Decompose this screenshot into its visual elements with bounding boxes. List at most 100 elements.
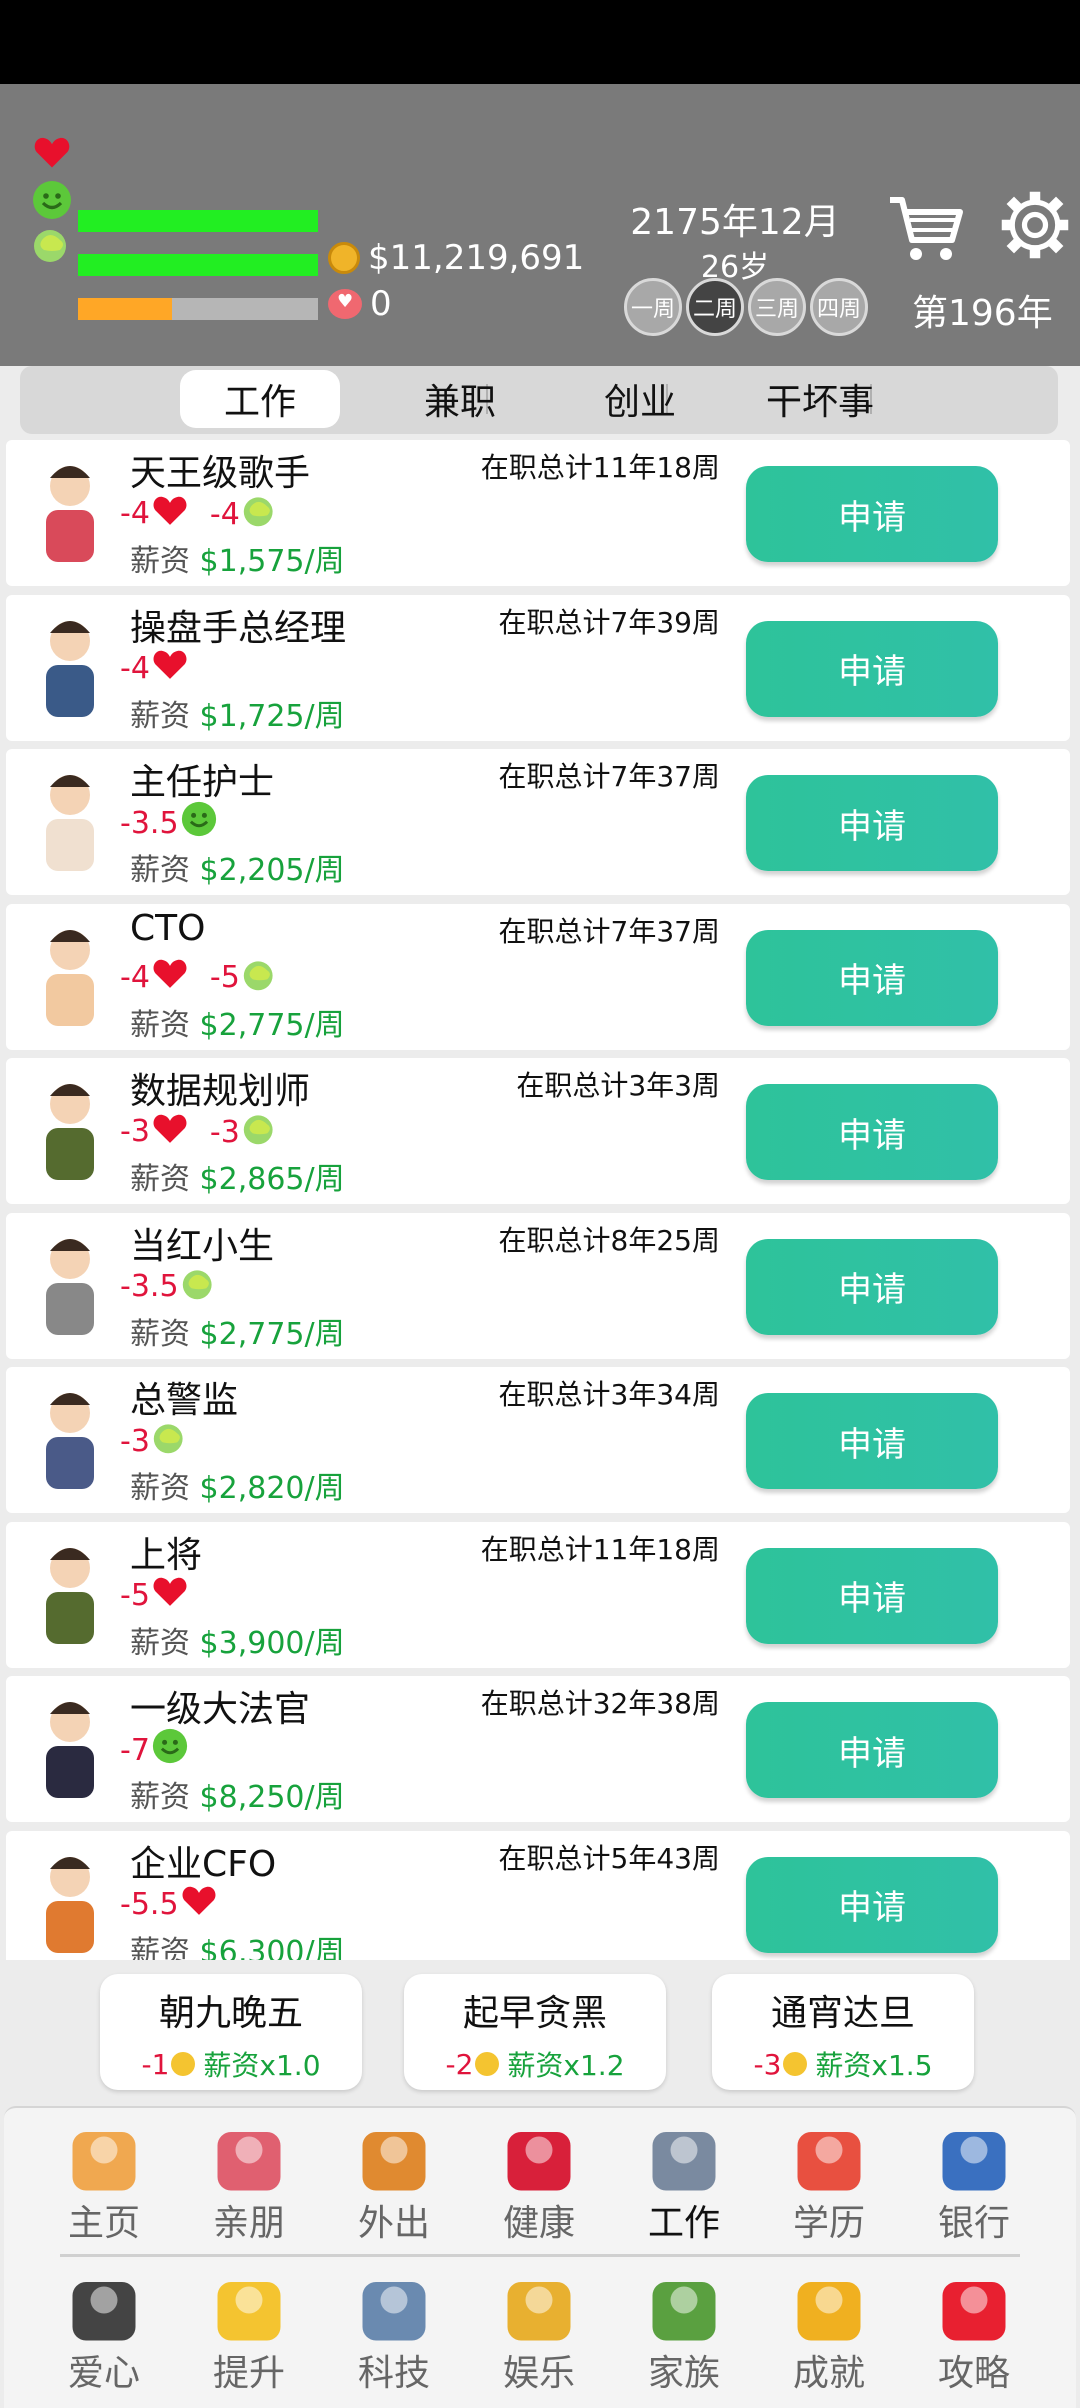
nav-item[interactable]: 银行 [904,2114,1044,2254]
nav-item[interactable]: 提升 [179,2264,319,2404]
tab-work[interactable]: 工作 [180,370,340,428]
nav-item[interactable]: 亲朋 [179,2114,319,2254]
job-costs: -3.5 [120,801,239,845]
week-4[interactable]: 四周 [810,278,868,336]
nav-item[interactable]: 健康 [469,2114,609,2254]
week-3[interactable]: 三周 [748,278,806,336]
apply-button[interactable]: 申请 [746,1393,998,1489]
handshake-icon [204,2114,294,2204]
nav-label: 亲朋 [212,2203,285,2244]
happiness-bar-fill [78,254,318,276]
job-cost: -3 [210,1110,278,1154]
job-cost: -4 [120,957,188,997]
apply-button[interactable]: 申请 [746,466,998,562]
nav-divider [60,2254,1020,2257]
job-tenure: 在职总计3年34周 [498,1378,720,1411]
nav-item[interactable]: 外出 [324,2114,464,2254]
job-salary: 薪资 $6,300/周 [130,1927,345,1961]
money-display: $11,219,691 [328,238,584,278]
nav-item[interactable]: 爱心 [34,2264,174,2404]
job-list[interactable]: 天王级歌手 在职总计11年18周 -4 -4 薪资 $1,575/周 申请 操盘手总经理 在职… [0,440,1080,1960]
nav-item[interactable]: 主页 [34,2114,174,2254]
piggy-heart-icon [328,289,362,319]
gold-trophy-icon [784,2264,874,2354]
cost-value: -3 [120,1423,150,1459]
job-avatar-icon [20,759,120,881]
brain-icon [179,1265,217,1309]
job-card: CTO 在职总计7年37周 -4 -5 薪资 $2,775/周 申请 [6,903,1070,1050]
job-title: 数据规划师 [130,1071,311,1112]
job-avatar-icon [20,1223,120,1345]
job-title: 天王级歌手 [130,453,311,494]
salary-amount: $3,900/周 [199,1625,345,1661]
tab-startup[interactable]: 创业 [560,370,720,428]
settings-gear-icon[interactable] [1000,190,1076,266]
salary-amount: $2,775/周 [199,1316,345,1352]
nav-item[interactable]: 攻略 [904,2264,1044,2404]
shift-option-overtime[interactable]: 起早贪黑 -2 薪资x1.2 [404,1974,666,2090]
nav-label: 主页 [67,2203,140,2244]
job-costs: -4 [120,647,210,691]
nav-item[interactable]: 家族 [614,2264,754,2404]
brain-icon [240,1110,278,1154]
cost-value: -3.5 [120,1269,179,1304]
nav-item[interactable]: 娱乐 [469,2264,609,2404]
job-cost: -3 [120,1112,188,1152]
shift-option-regular[interactable]: 朝九晚五 -1 薪资x1.0 [100,1974,362,2090]
nav-label: 攻略 [937,2353,1010,2394]
heart-icon [150,957,188,997]
coin-icon [328,242,360,274]
apply-button[interactable]: 申请 [746,775,998,871]
tab-part-time[interactable]: 兼职 [380,370,540,428]
cost-value: -3 [120,1114,150,1150]
smarts-row [32,224,72,264]
week-1[interactable]: 一周 [624,278,682,336]
category-tabs: 工作 兼职 创业 干坏事 [20,366,1058,434]
apply-button[interactable]: 申请 [746,1547,998,1644]
job-costs: -5 [120,1574,210,1618]
happiness-bar [78,254,318,276]
nav-item[interactable]: 学历 [759,2114,899,2254]
job-avatar-icon [20,914,120,1036]
job-card: 上将 在职总计11年18周 -5 薪资 $3,900/周 申请 [6,1521,1070,1668]
shift-option-all-night[interactable]: 通宵达旦 -3 薪资x1.5 [712,1974,974,2090]
job-card: 主任护士 在职总计7年37周 -3.5 薪资 $2,205/周 申请 [6,749,1070,895]
tab-mischief[interactable]: 干坏事 [730,370,910,428]
apply-button[interactable]: 申请 [746,1084,998,1180]
shopping-cart-icon[interactable] [886,188,966,268]
nav-item[interactable]: 工作 [614,2114,754,2254]
job-salary: 薪资 $2,820/周 [130,1463,345,1507]
job-cost: -4 [210,492,278,536]
cost-value: -3 [209,1114,240,1150]
salary-label: 薪资 [130,853,190,888]
salary-amount: $2,775/周 [199,1007,345,1043]
shift-options: 朝九晚五 -1 薪资x1.0 起早贪黑 -2 薪资x1.2 通宵达旦 -3 薪资x1.… [0,1966,1080,2096]
heart-icon [150,1112,188,1152]
job-card: 数据规划师 在职总计3年3周 -3 -3 薪资 $2,865/周 申请 [6,1058,1070,1204]
apply-button[interactable]: 申请 [746,1702,998,1798]
job-card: 企业CFO 在职总计5年43周 -5.5 薪资 $6,300/周 申请 [6,1830,1070,1961]
job-cost: -3.5 [120,1265,217,1309]
nav-item[interactable]: 成就 [759,2264,899,2404]
shift-info: -1 薪资x1.0 [100,2044,362,2084]
salary-label: 薪资 [130,698,190,734]
apply-button[interactable]: 申请 [746,620,998,717]
job-tenure: 在职总计11年18周 [480,1532,720,1566]
date-label: 2175年12月 [630,202,840,243]
shift-cost: -1 [141,2047,170,2081]
apply-button[interactable]: 申请 [746,1238,998,1335]
week-2[interactable]: 二周 [686,278,744,336]
nav-item[interactable]: 科技 [324,2264,464,2404]
apply-button[interactable]: 申请 [746,929,998,1026]
heart-icon [32,132,72,172]
cost-value: -5 [120,1577,150,1613]
nav-label: 外出 [357,2203,430,2244]
happiness-row [32,180,72,220]
brain-icon [150,1419,188,1463]
job-cost: -7 [120,1728,188,1772]
shift-cost: -2 [445,2047,474,2081]
apply-button[interactable]: 申请 [746,1856,998,1953]
salary-amount: $2,820/周 [199,1471,345,1506]
nav-label: 家族 [647,2353,720,2394]
job-costs: -4 -5 [120,956,300,1000]
